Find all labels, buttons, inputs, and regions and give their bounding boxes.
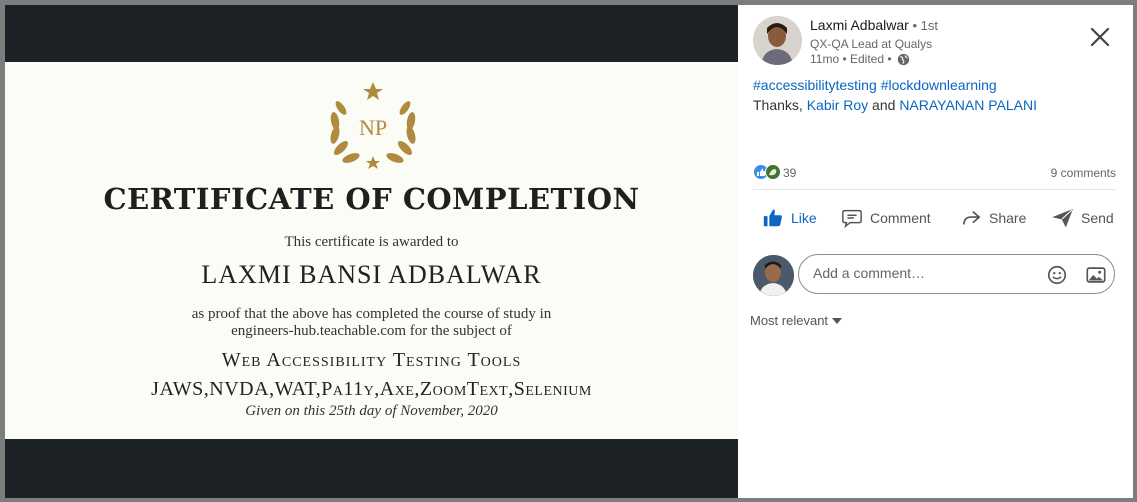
post-detail-panel: Laxmi Adbalwar • 1st QX-QA Lead at Qualy…	[738, 5, 1133, 498]
author-name-text[interactable]: Laxmi Adbalwar	[810, 17, 909, 33]
certificate-image: NP CERTIFICATE OF COMPLETION This certif…	[5, 62, 738, 439]
emoji-button[interactable]	[1046, 264, 1068, 286]
like-button[interactable]: Like	[762, 205, 817, 231]
divider	[753, 189, 1116, 190]
chevron-down-icon[interactable]	[832, 317, 843, 324]
mention-link[interactable]: Kabir Roy	[807, 97, 868, 113]
hashtag-link[interactable]: #lockdownlearning	[881, 77, 997, 93]
globe-icon	[897, 54, 910, 66]
certificate-proof-text: as proof that the above has completed th…	[5, 306, 738, 340]
certificate-logo-text: NP	[359, 115, 387, 140]
emoji-icon[interactable]	[1046, 264, 1068, 286]
comment-label: Comment	[870, 210, 931, 226]
post-time-text: 11mo • Edited •	[810, 52, 892, 66]
reaction-icons[interactable]	[753, 164, 783, 180]
post-modal: NP CERTIFICATE OF COMPLETION This certif…	[5, 5, 1133, 498]
sort-dropdown[interactable]: Most relevant	[750, 313, 843, 328]
certificate-awarded-text: This certificate is awarded to	[284, 234, 459, 250]
certificate-title: CERTIFICATE OF COMPLETION	[103, 182, 640, 216]
share-button[interactable]: Share	[960, 205, 1026, 231]
laurel-wreath-icon: NP	[330, 82, 416, 169]
certificate-tools: JAWS,NVDA,WAT,Pa11y,Axe,ZoomText,Seleniu…	[151, 378, 592, 400]
certificate-recipient: LAXMI BANSI ADBALWAR	[201, 260, 542, 289]
share-icon	[962, 210, 981, 225]
post-timestamp: 11mo • Edited •	[810, 52, 910, 66]
send-icon	[1052, 208, 1073, 228]
certificate-course: Web Accessibility Testing Tools	[221, 349, 522, 371]
image-button[interactable]	[1085, 264, 1107, 286]
comments-count[interactable]: 9 comments	[1051, 166, 1116, 180]
send-label: Send	[1081, 210, 1114, 226]
connection-degree: • 1st	[908, 18, 938, 33]
certificate-proof-line-2: engineers-hub.teachable.com for the subj…	[231, 323, 512, 339]
post-hashtags: #accessibilitytesting #lockdownlearning	[753, 77, 1001, 93]
image-icon[interactable]	[1085, 264, 1107, 286]
like-icon	[763, 209, 782, 227]
comment-box[interactable]	[798, 254, 1115, 294]
close-icon[interactable]	[1086, 23, 1114, 51]
author-avatar[interactable]	[753, 16, 802, 65]
like-label: Like	[791, 210, 817, 226]
mention-link[interactable]: NARAYANAN PALANI	[899, 97, 1037, 113]
comment-button[interactable]: Comment	[841, 205, 931, 231]
thanks-prefix: Thanks,	[753, 97, 807, 113]
and-text: and	[868, 97, 900, 113]
post-text: Thanks, Kabir Roy and NARAYANAN PALANI	[753, 97, 1037, 113]
author-headline: QX-QA Lead at Qualys	[810, 37, 933, 51]
post-media: NP CERTIFICATE OF COMPLETION This certif…	[5, 5, 738, 498]
hashtag-link[interactable]: #accessibilitytesting	[753, 77, 877, 93]
current-user-avatar[interactable]	[753, 255, 794, 296]
share-label: Share	[989, 210, 1027, 226]
comment-icon	[842, 209, 862, 229]
close-button[interactable]	[1086, 23, 1114, 51]
reactions-count[interactable]: 39	[783, 166, 796, 180]
author-name[interactable]: Laxmi Adbalwar • 1st	[810, 17, 938, 33]
comment-input[interactable]	[811, 264, 1035, 282]
send-button[interactable]: Send	[1052, 205, 1114, 231]
certificate-given-date: Given on this 25th day of November, 2020	[245, 403, 498, 419]
sort-label[interactable]: Most relevant	[750, 313, 828, 328]
certificate-proof-line-1: as proof that the above has completed th…	[191, 306, 552, 322]
